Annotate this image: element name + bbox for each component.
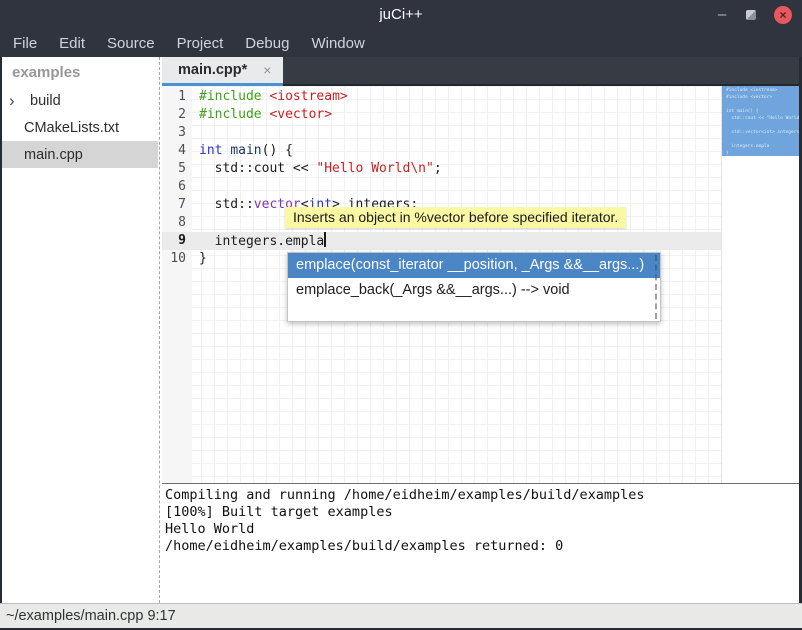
restore-icon[interactable] bbox=[746, 10, 756, 20]
code-line-4[interactable]: 4int main() { bbox=[162, 142, 721, 160]
output-line: /home/eidheim/examples/build/examples re… bbox=[165, 538, 799, 555]
code-line-2[interactable]: 2#include <vector> bbox=[162, 106, 721, 124]
text-cursor bbox=[324, 232, 326, 247]
code-lines: 1#include <iostream>2#include <vector>34… bbox=[162, 86, 721, 268]
window-title: juCi++ bbox=[0, 0, 802, 29]
menu-item-edit[interactable]: Edit bbox=[48, 31, 96, 56]
minimap[interactable]: #include <iostream> #include <vector> in… bbox=[721, 86, 799, 483]
file-path-and-cursor-position: ~/examples/main.cpp 9:17 bbox=[6, 608, 176, 624]
window-controls: – × bbox=[716, 0, 792, 29]
code-text: #include <vector> bbox=[192, 106, 332, 124]
line-number: 6 bbox=[162, 178, 192, 196]
menu-item-source[interactable]: Source bbox=[96, 31, 166, 56]
code-text: } bbox=[192, 250, 207, 268]
file-tree-item-build[interactable]: › build bbox=[2, 87, 158, 114]
tabbar: main.cpp* × bbox=[162, 57, 799, 86]
close-icon[interactable]: × bbox=[774, 6, 792, 24]
minimize-icon[interactable]: – bbox=[716, 10, 728, 20]
chevron-right-icon[interactable]: › bbox=[9, 92, 15, 109]
file-tree-item-label: CMakeLists.txt bbox=[24, 120, 119, 136]
output-line: Hello World bbox=[165, 521, 799, 538]
code-text bbox=[192, 214, 199, 232]
file-tree-item-label: build bbox=[30, 93, 61, 109]
tab-label: main.cpp* bbox=[178, 62, 247, 78]
code-text: #include <iostream> bbox=[192, 88, 348, 106]
code-text bbox=[192, 178, 199, 196]
content: examples › build CMakeLists.txt main.cpp ma… bbox=[0, 57, 802, 603]
line-number: 4 bbox=[162, 142, 192, 160]
output-line: [100%] Built target examples bbox=[165, 504, 799, 521]
output-line: Compiling and running /home/eidheim/exam… bbox=[165, 487, 799, 504]
file-tree-sidebar: examples › build CMakeLists.txt main.cpp bbox=[2, 57, 158, 603]
editor-pane: main.cpp* × 1#include <iostream>2#includ… bbox=[162, 57, 799, 603]
line-number: 10 bbox=[162, 250, 192, 268]
file-tree: › build CMakeLists.txt main.cpp bbox=[2, 87, 158, 168]
menu-item-project[interactable]: Project bbox=[166, 31, 235, 56]
code-line-6[interactable]: 6 bbox=[162, 178, 721, 196]
code-text: std::cout << "Hello World\n"; bbox=[192, 160, 442, 178]
code-line-3[interactable]: 3 bbox=[162, 124, 721, 142]
file-tree-item-label: main.cpp bbox=[24, 147, 83, 163]
line-number: 7 bbox=[162, 196, 192, 214]
code-text bbox=[192, 124, 199, 142]
tab-close-icon[interactable]: × bbox=[263, 62, 271, 78]
autocomplete-popup: emplace(const_iterator __position, _Args… bbox=[287, 252, 661, 322]
build-output-panel[interactable]: Compiling and running /home/eidheim/exam… bbox=[162, 483, 799, 603]
line-number: 1 bbox=[162, 88, 192, 106]
code-line-9[interactable]: 9 integers.empla bbox=[162, 232, 721, 250]
titlebar[interactable]: juCi++ – × bbox=[0, 0, 802, 29]
doc-tooltip: Inserts an object in %vector before spec… bbox=[285, 207, 626, 228]
menubar: FileEditSourceProjectDebugWindow bbox=[0, 29, 802, 57]
tab-main-cpp[interactable]: main.cpp* × bbox=[162, 57, 283, 86]
line-number: 8 bbox=[162, 214, 192, 232]
autocomplete-item[interactable]: emplace_back(_Args &&__args...) --> void bbox=[288, 278, 660, 303]
menu-item-debug[interactable]: Debug bbox=[234, 31, 300, 56]
statusbar: ~/examples/main.cpp 9:17 bbox=[0, 603, 802, 628]
minimap-visible-region[interactable]: #include <iostream> #include <vector> in… bbox=[722, 86, 799, 156]
code-editor[interactable]: 1#include <iostream>2#include <vector>34… bbox=[162, 86, 799, 483]
tabbar-empty-space bbox=[283, 57, 799, 86]
menu-item-window[interactable]: Window bbox=[300, 31, 375, 56]
code-line-5[interactable]: 5 std::cout << "Hello World\n"; bbox=[162, 160, 721, 178]
line-number: 3 bbox=[162, 124, 192, 142]
project-name-header: examples bbox=[2, 57, 158, 87]
autocomplete-item[interactable]: emplace(const_iterator __position, _Args… bbox=[288, 253, 660, 278]
app-window: juCi++ – × FileEditSourceProjectDebugWin… bbox=[0, 0, 802, 630]
line-number: 2 bbox=[162, 106, 192, 124]
code-text: integers.empla bbox=[192, 232, 326, 250]
file-tree-item-main-cpp[interactable]: main.cpp bbox=[2, 141, 158, 168]
minimap-code: #include <iostream> #include <vector> in… bbox=[722, 86, 799, 156]
menu-item-file[interactable]: File bbox=[2, 31, 48, 56]
code-text: int main() { bbox=[192, 142, 293, 160]
file-tree-item-cmakelists-txt[interactable]: CMakeLists.txt bbox=[2, 114, 158, 141]
line-number: 5 bbox=[162, 160, 192, 178]
line-number: 9 bbox=[162, 232, 192, 250]
code-line-1[interactable]: 1#include <iostream> bbox=[162, 88, 721, 106]
